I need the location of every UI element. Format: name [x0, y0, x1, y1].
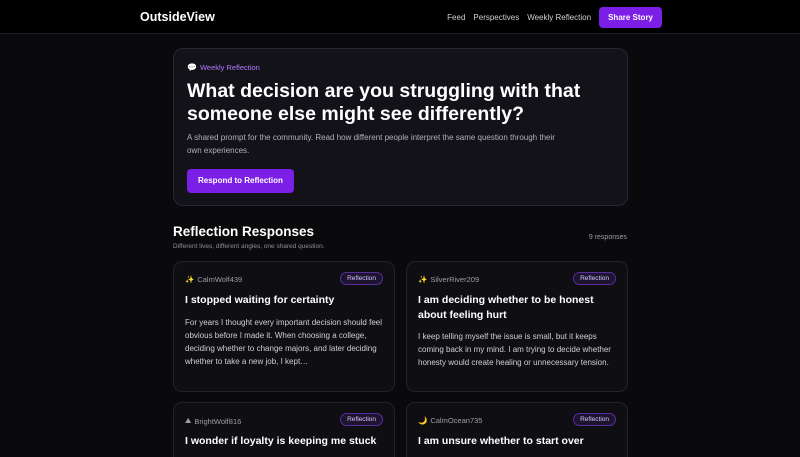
- card-title[interactable]: I am deciding whether to be honest about…: [418, 293, 618, 323]
- speech-bubble-icon: 💬: [187, 63, 197, 72]
- response-card[interactable]: ⛰ BrightWolf816 Reflection I wonder if l…: [173, 402, 395, 457]
- card-author-name: SilverRiver209: [430, 275, 480, 284]
- responses-count: 9 responses: [588, 234, 627, 241]
- card-excerpt: For years I thought every important deci…: [185, 318, 382, 366]
- hero-tag: 💬 Weekly Reflection: [187, 63, 260, 72]
- sparkles-icon: ✨: [418, 275, 428, 284]
- card-author-name: CalmWolf439: [197, 275, 243, 284]
- card-author-name: BrightWolf816: [194, 416, 242, 426]
- card-excerpt: I keep telling myself the issue is small…: [418, 332, 611, 367]
- top-navbar: OutsideView Feed Perspectives Weekly Ref…: [0, 0, 800, 34]
- share-story-button[interactable]: Share Story: [599, 7, 662, 28]
- hero-description: A shared prompt for the community. Read …: [187, 133, 555, 155]
- respond-to-reflection-button[interactable]: Respond to Reflection: [187, 169, 294, 193]
- response-card[interactable]: 🌙 CalmOcean735 Reflection I am unsure wh…: [406, 402, 628, 457]
- reflection-badge: Reflection: [340, 413, 383, 426]
- sparkles-icon: ✨: [185, 275, 195, 284]
- nav-link-weekly-reflection[interactable]: Weekly Reflection: [527, 13, 591, 22]
- hero-title: What decision are you struggling with th…: [187, 80, 581, 125]
- responses-subtitle: Different lives, different angles, one s…: [173, 243, 325, 250]
- nav-link-perspectives[interactable]: Perspectives: [473, 13, 519, 22]
- card-title[interactable]: I stopped waiting for certainty: [185, 293, 385, 308]
- app-logo[interactable]: OutsideView: [140, 10, 215, 24]
- crescent-moon-icon: 🌙: [418, 416, 428, 425]
- reflection-badge: Reflection: [340, 272, 383, 285]
- card-author: 🌙 CalmOcean735: [418, 416, 482, 425]
- reflection-badge: Reflection: [573, 272, 616, 285]
- reflection-badge: Reflection: [573, 413, 616, 426]
- nav-link-feed[interactable]: Feed: [447, 13, 465, 22]
- card-author: ⛰ BrightWolf816: [185, 416, 241, 426]
- card-author: ✨ CalmWolf439: [185, 275, 242, 284]
- card-title[interactable]: I am unsure whether to start over: [418, 434, 618, 449]
- response-card[interactable]: ✨ CalmWolf439 Reflection I stopped waiti…: [173, 261, 395, 392]
- main-nav: Feed Perspectives Weekly Reflection Shar…: [439, 7, 662, 28]
- hero-tag-label: Weekly Reflection: [199, 63, 260, 72]
- card-title[interactable]: I wonder if loyalty is keeping me stuck: [185, 434, 385, 449]
- response-card[interactable]: ✨ SilverRiver209 Reflection I am decidin…: [406, 261, 628, 392]
- responses-title: Reflection Responses: [173, 224, 315, 239]
- weekly-reflection-hero: 💬 Weekly Reflection What decision are yo…: [173, 48, 628, 206]
- card-author-name: CalmOcean735: [430, 416, 483, 425]
- card-author: ✨ SilverRiver209: [418, 275, 479, 284]
- mountain-icon: ⛰: [185, 416, 192, 425]
